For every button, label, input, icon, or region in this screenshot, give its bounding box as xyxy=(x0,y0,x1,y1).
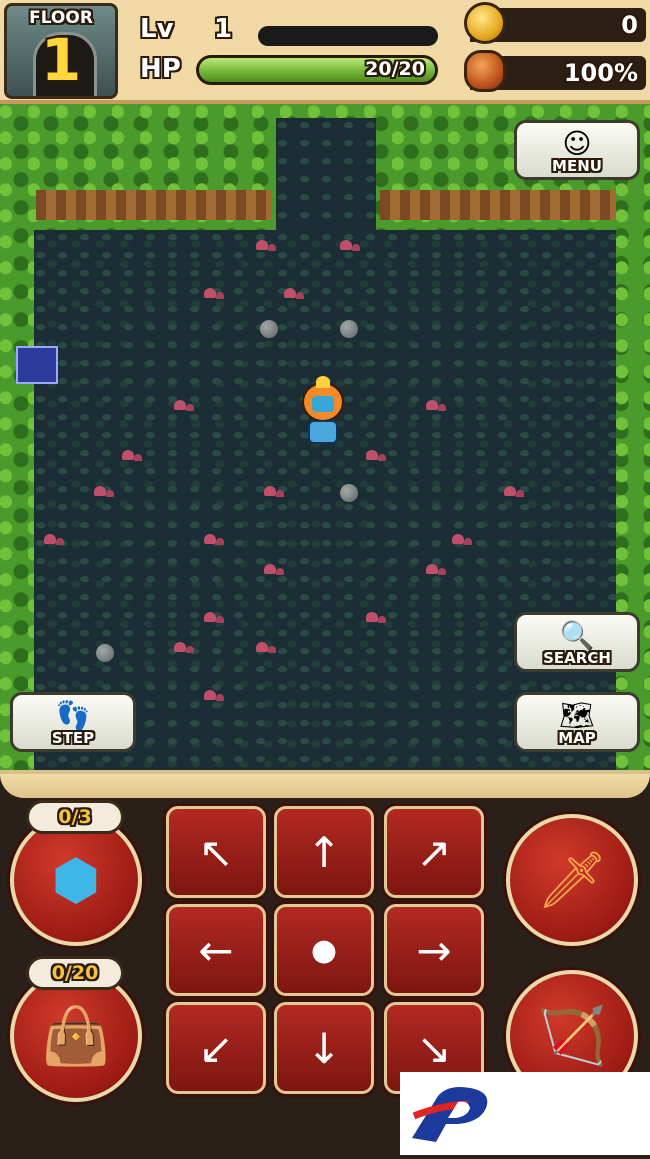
dpad-down-left[interactable]: ↙ xyxy=(166,1002,266,1094)
player-character xyxy=(298,376,348,452)
room-floor xyxy=(34,230,616,770)
mushroom-decor xyxy=(264,564,284,575)
stairs-tile[interactable] xyxy=(16,346,58,384)
coin-counter: 0 xyxy=(464,2,646,44)
rock-decor xyxy=(340,320,358,338)
crystal-pouch-icon: ⬢ xyxy=(51,847,101,913)
logo-icon xyxy=(412,1087,488,1142)
rock-decor xyxy=(96,644,114,662)
magnifier-icon: 🔍 xyxy=(559,619,595,652)
menu-label: MENU xyxy=(552,157,602,175)
mushroom-decor xyxy=(204,534,224,545)
mushroom-decor xyxy=(426,564,446,575)
food-value: 100% xyxy=(563,59,638,87)
mushroom-decor xyxy=(340,240,360,251)
step-button[interactable]: 👣 STEP xyxy=(10,692,136,752)
floor-label: FLOOR xyxy=(29,8,93,28)
rock-decor xyxy=(260,320,278,338)
tree-trunk-wall-left xyxy=(36,190,272,220)
footprints-icon: 👣 xyxy=(55,699,91,732)
mushroom-decor xyxy=(204,690,224,701)
hp-bar: 20/20 xyxy=(196,55,438,85)
food-counter: 100% xyxy=(464,50,646,92)
backpack-icon: 👜 xyxy=(41,1004,111,1069)
scroll-map-icon: 🗺 xyxy=(559,699,595,732)
xp-bar xyxy=(258,26,438,46)
tree-trunk-wall-right xyxy=(380,190,616,220)
bow-icon: 🏹 xyxy=(537,1004,607,1069)
dpad-down[interactable]: ↓ xyxy=(274,1002,374,1094)
mushroom-decor xyxy=(94,486,114,497)
mushroom-decor xyxy=(44,534,64,545)
attack-button[interactable]: 🗡 xyxy=(506,814,638,946)
map-label: MAP xyxy=(558,729,596,747)
bread-icon xyxy=(464,50,506,92)
status-hud: FLOOR 1 Lv 1 HP 20/20 0 100% xyxy=(0,0,650,104)
hp-label: HP xyxy=(140,54,181,84)
coin-value: 0 xyxy=(621,11,638,39)
mushroom-decor xyxy=(174,642,194,653)
sword-icon: 🗡 xyxy=(536,848,608,913)
character-portrait-icon: ☺ xyxy=(562,127,592,160)
mushroom-decor xyxy=(366,612,386,623)
dpad-left[interactable]: ← xyxy=(166,904,266,996)
mushroom-decor xyxy=(284,288,304,299)
mushroom-decor xyxy=(426,400,446,411)
mushroom-decor xyxy=(504,486,524,497)
mushroom-decor xyxy=(256,642,276,653)
mushroom-decor xyxy=(204,612,224,623)
dpad-right[interactable]: → xyxy=(384,904,484,996)
level-value: 1 xyxy=(214,14,233,44)
dpad-up-right[interactable]: ↗ xyxy=(384,806,484,898)
hp-value: 20/20 xyxy=(365,58,425,80)
dungeon-view[interactable]: ☺ MENU 🔍 SEARCH 🗺 MAP 👣 STEP xyxy=(0,104,650,770)
step-label: STEP xyxy=(51,729,95,747)
mushroom-decor xyxy=(204,288,224,299)
search-button[interactable]: 🔍 SEARCH xyxy=(514,612,640,672)
mushroom-decor xyxy=(256,240,276,251)
pouch-count: 0/3 xyxy=(26,800,124,834)
mushroom-decor xyxy=(174,400,194,411)
dpad-wait[interactable]: ● xyxy=(274,904,374,996)
north-corridor xyxy=(276,118,376,248)
mushroom-decor xyxy=(452,534,472,545)
search-label: SEARCH xyxy=(543,649,611,667)
floor-badge: FLOOR 1 xyxy=(4,3,118,99)
coin-icon xyxy=(464,2,506,44)
mushroom-decor xyxy=(264,486,284,497)
menu-button[interactable]: ☺ MENU xyxy=(514,120,640,180)
dpad-up-left[interactable]: ↖ xyxy=(166,806,266,898)
level-label: Lv xyxy=(140,14,174,44)
map-button[interactable]: 🗺 MAP xyxy=(514,692,640,752)
mushroom-decor xyxy=(366,450,386,461)
dpad-up[interactable]: ↑ xyxy=(274,806,374,898)
bag-count: 0/20 xyxy=(26,956,124,990)
mushroom-decor xyxy=(122,450,142,461)
watermark-logo xyxy=(400,1072,650,1155)
floor-number: 1 xyxy=(40,26,82,94)
rock-decor xyxy=(340,484,358,502)
